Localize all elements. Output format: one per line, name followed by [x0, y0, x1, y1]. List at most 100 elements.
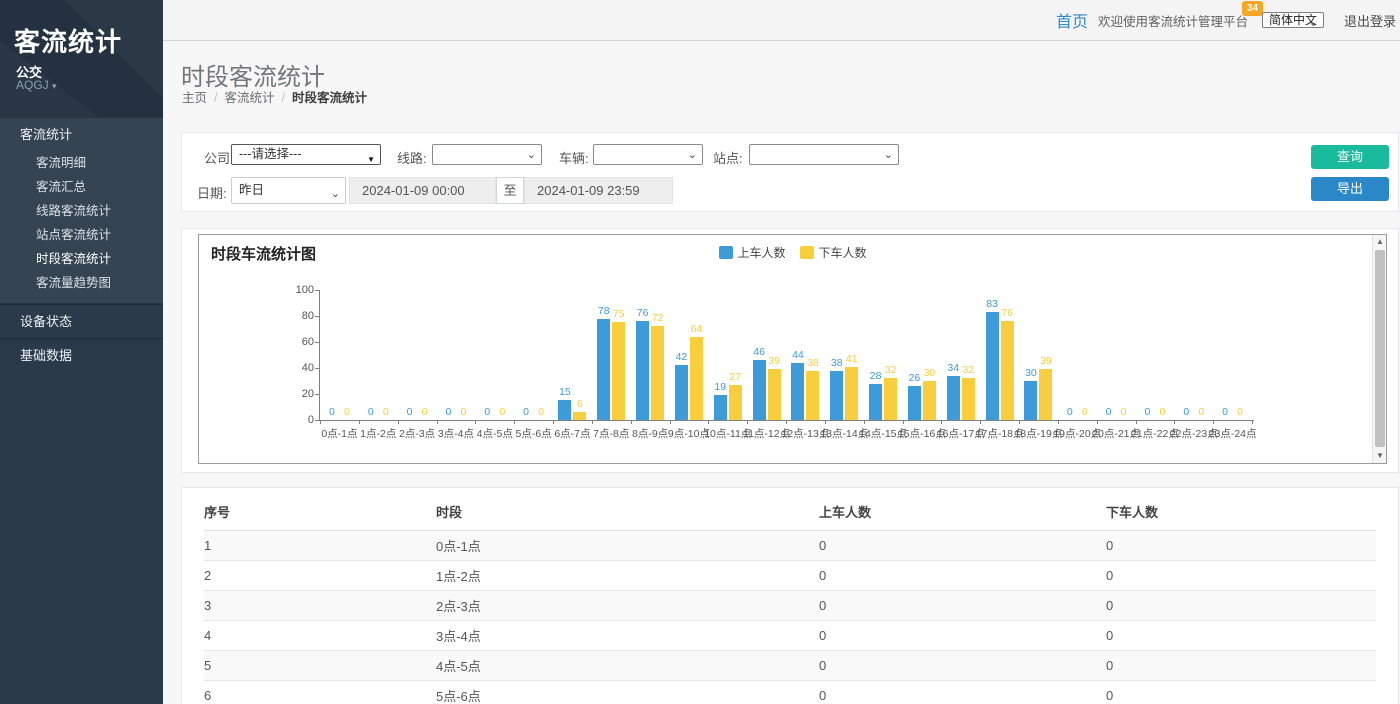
date-preset-value: 昨日: [239, 183, 264, 197]
sidebar-item-线路客流统计[interactable]: 线路客流统计: [0, 199, 163, 223]
breadcrumb-item: 时段客流统计: [292, 91, 367, 105]
x-axis-tick: [1136, 420, 1137, 424]
table-cell: 0点-1点: [436, 531, 819, 561]
sidebar-item-时段客流统计[interactable]: 时段客流统计: [0, 247, 163, 271]
chevron-down-icon: ⌄: [688, 146, 697, 165]
x-axis-tick: [864, 420, 865, 424]
query-button[interactable]: 查询: [1311, 145, 1389, 169]
org-code-dropdown[interactable]: AQGJ ▾: [16, 78, 57, 92]
y-axis-tick: [315, 290, 319, 291]
sidebar-item-客流量趋势图[interactable]: 客流量趋势图: [0, 271, 163, 295]
logout-link[interactable]: 退出登录: [1344, 11, 1396, 30]
station-select[interactable]: ⌄: [749, 144, 899, 165]
chevron-down-icon: ▾: [52, 81, 57, 91]
bar-下车人数-9点-10点: [690, 337, 703, 420]
data-table: 序号时段上车人数下车人数 10点-1点0021点-2点0032点-3点0043点…: [204, 488, 1376, 704]
topbar-right: 首页 欢迎使用客流统计管理平台 34 简体中文⌄ 退出登录: [1056, 0, 1396, 40]
x-axis-tick: [359, 420, 360, 424]
x-axis-tick: [514, 420, 515, 424]
table-cell: 2: [204, 561, 436, 591]
table-row: 10点-1点00: [204, 531, 1376, 561]
table-cell: 0: [1106, 681, 1376, 704]
sidebar-item-基础数据[interactable]: 基础数据: [0, 339, 163, 372]
bar-上车人数-9点-10点: [675, 365, 688, 420]
sidebar-item-设备状态[interactable]: 设备状态: [0, 305, 163, 338]
org-code-label: AQGJ: [16, 78, 49, 92]
chevron-down-icon: ⌄: [527, 146, 536, 165]
table-row: 43点-4点00: [204, 621, 1376, 651]
bar-上车人数-8点-9点: [636, 321, 649, 420]
sidebar-item-客流明细[interactable]: 客流明细: [0, 151, 163, 175]
y-axis-tick: [315, 394, 319, 395]
x-axis-tick: [320, 420, 321, 424]
table-cell: 5点-6点: [436, 681, 819, 704]
company-select[interactable]: ---请选择---▼: [231, 144, 381, 165]
chevron-down-icon: ⌄: [331, 182, 340, 207]
table-cell: 1: [204, 531, 436, 561]
x-axis-tick: [1019, 420, 1020, 424]
scroll-up-icon[interactable]: ▲: [1373, 235, 1387, 249]
x-axis-tick: [553, 420, 554, 424]
x-axis-tick: [1058, 420, 1059, 424]
app-logo-title: 客流统计: [14, 22, 122, 59]
export-button[interactable]: 导出: [1311, 177, 1389, 201]
bar-下车人数-6点-7点: [573, 412, 586, 420]
bar-value-label: 0: [1225, 406, 1255, 418]
breadcrumb-item[interactable]: 主页: [182, 91, 207, 105]
line-select[interactable]: ⌄: [432, 144, 542, 165]
bar-value-label: 15: [550, 386, 580, 398]
scroll-down-icon[interactable]: ▼: [1373, 449, 1387, 463]
language-select[interactable]: 简体中文⌄: [1262, 12, 1324, 28]
vehicle-select[interactable]: ⌄: [593, 144, 703, 165]
breadcrumb: 主页 / 客流统计 / 时段客流统计: [182, 87, 367, 106]
y-axis-line: [319, 290, 320, 420]
table-row: 32点-3点00: [204, 591, 1376, 621]
date-preset-select[interactable]: 昨日 ⌄: [231, 177, 346, 204]
bar-上车人数-10点-11点: [714, 395, 727, 420]
breadcrumb-separator: /: [282, 91, 285, 105]
table-cell: 0: [819, 561, 1106, 591]
table-row: 54点-5点00: [204, 651, 1376, 681]
bar-下车人数-8点-9点: [651, 326, 664, 420]
sidebar-section: 基础数据: [0, 338, 163, 372]
company-select-value: ---请选择---: [239, 147, 301, 161]
breadcrumb-item[interactable]: 客流统计: [225, 91, 275, 105]
breadcrumb-separator: /: [214, 91, 217, 105]
sidebar-logo-block: 客流统计 公交 AQGJ ▾: [0, 0, 163, 117]
bar-下车人数-11点-12点: [768, 369, 781, 420]
date-end-input[interactable]: 2024-01-09 23:59: [524, 177, 673, 204]
table-panel: 序号时段上车人数下车人数 10点-1点0021点-2点0032点-3点0043点…: [181, 487, 1399, 704]
sidebar-item-站点客流统计[interactable]: 站点客流统计: [0, 223, 163, 247]
table-cell: 5: [204, 651, 436, 681]
bar-上车人数-16点-17点: [947, 376, 960, 420]
bar-value-label: 39: [1031, 355, 1061, 367]
x-axis-tick: [825, 420, 826, 424]
chart-plot: 020406080100000点-1点001点-2点002点-3点003点-4点…: [320, 290, 1252, 420]
x-axis-tick: [786, 420, 787, 424]
bar-下车人数-17点-18点: [1001, 321, 1014, 420]
bar-上车人数-18点-19点: [1024, 381, 1037, 420]
vehicle-label: 车辆:: [559, 148, 589, 167]
chart-scrollbar[interactable]: ▲ ▼: [1372, 235, 1386, 463]
app-root: 客流统计 公交 AQGJ ▾ 客流统计客流明细客流汇总线路客流统计站点客流统计时…: [0, 0, 1400, 704]
table-header-cell: 序号: [204, 488, 436, 531]
x-axis-tick: [437, 420, 438, 424]
scrollbar-thumb[interactable]: [1375, 250, 1385, 447]
x-axis-category-label: 23点-24点: [1198, 426, 1268, 441]
sidebar-item-客流汇总[interactable]: 客流汇总: [0, 175, 163, 199]
bar-下车人数-7点-8点: [612, 322, 625, 420]
home-link[interactable]: 首页: [1056, 8, 1088, 32]
x-axis-tick: [980, 420, 981, 424]
bar-上车人数-7点-8点: [597, 319, 610, 420]
x-axis-tick: [1097, 420, 1098, 424]
date-start-input[interactable]: 2024-01-09 00:00: [349, 177, 496, 204]
table-header-cell: 时段: [436, 488, 819, 531]
notification-badge[interactable]: 34: [1242, 1, 1263, 16]
bar-上车人数-15点-16点: [908, 386, 921, 420]
bar-value-label: 6: [565, 398, 595, 410]
y-axis-tick-label: 40: [280, 362, 314, 374]
table-row: 65点-6点00: [204, 681, 1376, 704]
filter-panel: 公司: ---请选择---▼ 线路: ⌄ 车辆: ⌄ 站点: ⌄ 日期: 昨日⌄…: [181, 132, 1399, 212]
table-cell: 2点-3点: [436, 591, 819, 621]
sidebar-item-客流统计[interactable]: 客流统计: [0, 118, 163, 151]
